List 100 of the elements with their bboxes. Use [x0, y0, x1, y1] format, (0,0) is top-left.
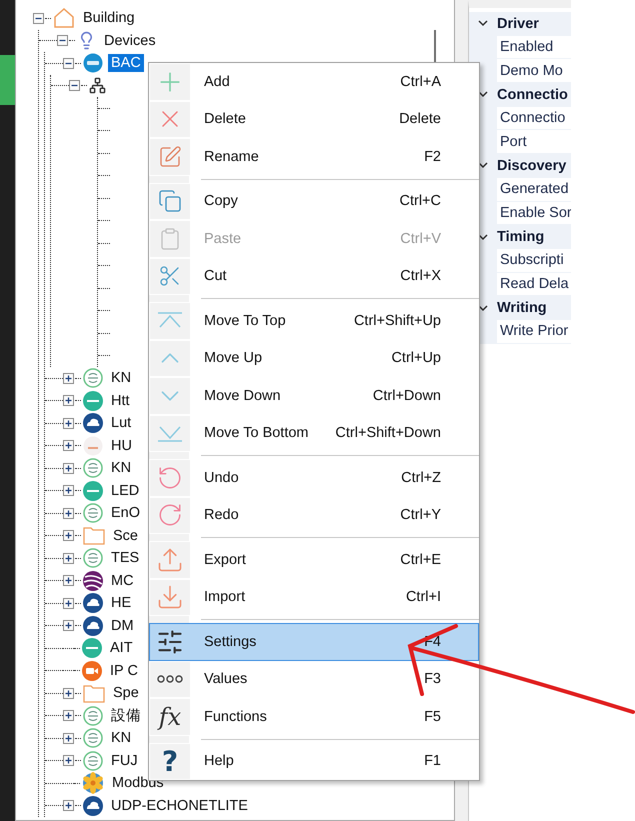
- tree-item-label[interactable]: Spe: [110, 684, 142, 702]
- plus-icon: [65, 802, 72, 810]
- knx-icon: [83, 503, 103, 524]
- menu-item[interactable]: Move To Top Ctrl+Shift+Up: [149, 302, 479, 340]
- cloud-icon: [83, 616, 103, 636]
- knx-icon: [83, 458, 103, 478]
- plus-icon: [65, 600, 72, 607]
- expand-toggle[interactable]: [63, 800, 74, 812]
- tree-item-label[interactable]: BAC: [108, 54, 144, 72]
- http-icon: [83, 480, 103, 501]
- expand-toggle[interactable]: [63, 688, 74, 699]
- menu-item[interactable]: Copy Ctrl+C: [149, 182, 479, 220]
- expand-toggle[interactable]: [63, 440, 74, 452]
- expand-toggle[interactable]: [63, 508, 74, 519]
- category-label: Connectio: [497, 86, 568, 103]
- knx-icon: [83, 750, 103, 771]
- knx-icon: [83, 368, 103, 388]
- tree-item-label[interactable]: UDP-ECHONETLITE: [108, 796, 251, 815]
- download-icon: [156, 583, 184, 612]
- http-icon: [82, 638, 102, 658]
- knx-icon: [83, 548, 103, 568]
- collapse-toggle[interactable]: [33, 12, 44, 24]
- menu-item[interactable]: Move To Bottom Ctrl+Shift+Down: [149, 414, 479, 452]
- help-icon: ?: [162, 744, 178, 778]
- expand-toggle[interactable]: [63, 710, 74, 722]
- tree-item-label[interactable]: Sce: [110, 526, 141, 545]
- camera-icon: [82, 660, 102, 681]
- cloud-icon: [83, 413, 103, 434]
- copy-icon: [158, 189, 182, 214]
- menu-item[interactable]: Move Down Ctrl+Down: [149, 377, 479, 414]
- menu-item[interactable]: Redo Ctrl+Y: [149, 496, 479, 534]
- menu-item[interactable]: Move Up Ctrl+Up: [149, 340, 479, 377]
- property-label: Port: [500, 134, 527, 150]
- cloud-icon: [83, 593, 103, 614]
- collapse-toggle[interactable]: [69, 80, 80, 92]
- cloud-icon: [83, 796, 103, 816]
- plus-icon: [65, 510, 72, 517]
- menu-item[interactable]: Add Ctrl+A: [149, 63, 479, 100]
- tree-item-label[interactable]: IP C: [107, 662, 141, 680]
- scrollbar-thumb[interactable]: [434, 30, 436, 62]
- collapse-toggle[interactable]: [63, 58, 74, 69]
- collapse-toggle[interactable]: [57, 35, 68, 46]
- expand-toggle[interactable]: [63, 462, 74, 474]
- tree-item-label[interactable]: 設備: [108, 705, 144, 726]
- tree-item-label[interactable]: HU: [108, 436, 135, 455]
- tree-item-label[interactable]: Lut: [108, 414, 134, 432]
- tree-item-label[interactable]: LED: [108, 482, 142, 500]
- expand-toggle[interactable]: [63, 732, 74, 744]
- category-label: Discovery: [497, 158, 566, 174]
- plus-icon: [65, 554, 72, 562]
- menu-item[interactable]: Values F3: [149, 660, 479, 698]
- plus-icon: [65, 420, 72, 427]
- tree-item-label[interactable]: KN: [108, 729, 134, 748]
- tree-item-label[interactable]: Htt: [108, 392, 133, 410]
- tree-item-label[interactable]: Devices: [101, 32, 159, 50]
- tree-item-label[interactable]: EnO: [108, 504, 144, 522]
- expand-toggle[interactable]: [63, 395, 74, 406]
- expand-toggle[interactable]: [63, 372, 74, 384]
- tree-item-label[interactable]: KN: [108, 459, 134, 478]
- expand-toggle[interactable]: [63, 575, 74, 586]
- expand-toggle[interactable]: [63, 485, 74, 496]
- plus-icon: [65, 397, 72, 404]
- sliders-icon: [156, 628, 184, 656]
- menu-item[interactable]: ? Help F1: [149, 742, 479, 780]
- undo-icon: [157, 464, 183, 491]
- menu-item[interactable]: Rename F2: [149, 138, 479, 176]
- plus-icon: [65, 487, 72, 494]
- menu-item[interactable]: Undo Ctrl+Z: [149, 459, 479, 496]
- tree-item-label[interactable]: DM: [108, 616, 137, 635]
- expand-toggle[interactable]: [63, 620, 74, 632]
- category-label: Driver: [497, 16, 539, 32]
- tree-item-label[interactable]: AIT: [107, 639, 136, 658]
- menu-item[interactable]: fx Functions F5: [149, 698, 479, 736]
- menu-item[interactable]: Delete Delete: [149, 100, 479, 138]
- plus-icon: [65, 734, 72, 742]
- striped-circle-icon: [83, 570, 103, 591]
- property-label: Generated: [500, 181, 569, 198]
- tree-item-label[interactable]: TES: [108, 549, 142, 568]
- expand-toggle[interactable]: [63, 418, 74, 429]
- plus-icon: [65, 577, 72, 584]
- tree-item-label[interactable]: HE: [108, 594, 134, 612]
- plus-icon: [65, 622, 72, 630]
- expand-toggle[interactable]: [63, 552, 74, 564]
- tree-item-label[interactable]: Building: [80, 9, 138, 28]
- menu-item[interactable]: Export Ctrl+E: [149, 541, 479, 578]
- menu-item[interactable]: Import Ctrl+I: [149, 578, 479, 616]
- house-icon: [53, 8, 75, 28]
- tree-item-label[interactable]: MC: [108, 572, 137, 590]
- function-icon: fx: [158, 702, 182, 731]
- category-label: Writing: [497, 300, 547, 316]
- tree-item-label[interactable]: KN: [108, 369, 134, 388]
- dots-icon: [157, 675, 183, 684]
- expand-toggle[interactable]: [63, 598, 74, 609]
- plus-icon: [65, 442, 72, 450]
- expand-toggle[interactable]: [63, 755, 74, 766]
- http-icon: [83, 390, 103, 411]
- property-label: Read Dela: [500, 276, 569, 292]
- expand-toggle[interactable]: [63, 530, 74, 542]
- tree-item-label[interactable]: FUJ: [108, 752, 141, 770]
- menu-item[interactable]: Cut Ctrl+X: [149, 258, 479, 295]
